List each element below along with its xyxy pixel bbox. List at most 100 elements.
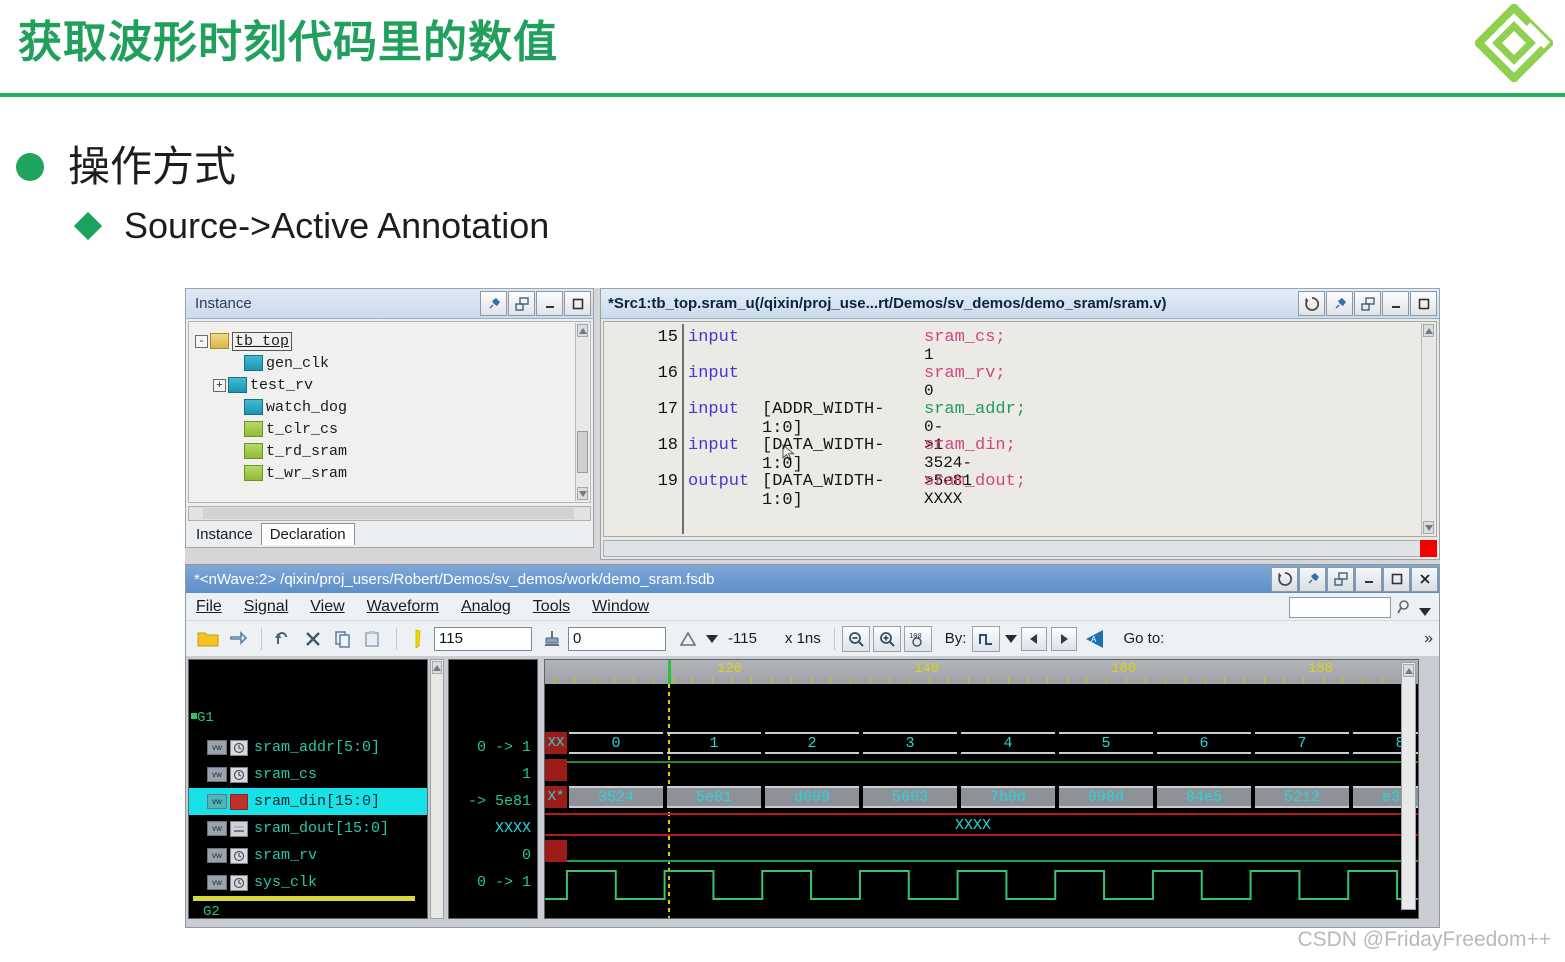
ruler-tick [987,677,989,684]
zoom-out-icon[interactable] [841,625,870,652]
line-number: 17 [657,400,678,419]
ruler-tick [731,677,733,684]
code-signal: sram_din; [924,436,1016,455]
tree-node[interactable]: watch_dog [229,396,347,418]
signal-value: XXXX [494,820,531,837]
time-input[interactable]: 115 [434,626,532,651]
scroll-up-icon[interactable] [1403,664,1414,677]
scroll-thumb[interactable] [203,508,574,519]
status-marker [1420,540,1437,557]
undo-icon[interactable] [269,626,297,652]
maximize-icon[interactable] [564,291,591,316]
tab-instance[interactable]: Instance [188,524,261,545]
signal-pane-scrollbar[interactable] [430,659,444,919]
next-edge-icon[interactable] [1051,626,1078,651]
time-ruler[interactable]: 120 140 160 180 [545,660,1418,684]
signal-row[interactable]: vw sram_cs [189,761,427,788]
waveform-canvas[interactable]: 120 140 160 180 XX 012345678 X* 3524 5e8… [544,659,1419,919]
undock-icon[interactable] [1354,291,1381,316]
ruler-tick [1303,677,1304,684]
tree-node[interactable]: t_rd_sram [229,440,347,462]
maximize-icon[interactable] [1383,566,1410,592]
menu-file[interactable]: File [196,598,222,616]
minimize-icon[interactable] [536,291,563,316]
search-icon[interactable] [1395,598,1413,621]
chevron-down-icon[interactable] [704,626,720,652]
tab-declaration[interactable]: Declaration [260,523,355,545]
signal-row-selected[interactable]: vw sram_din[15:0] [189,788,427,815]
delete-icon[interactable] [299,626,327,652]
tree-node[interactable]: t_clr_cs [229,418,347,440]
menu-view[interactable]: View [310,598,344,616]
undock-icon[interactable] [508,291,535,316]
goto-icon[interactable]: A [1081,626,1109,652]
menu-signal[interactable]: Signal [244,598,288,616]
scroll-up-icon[interactable] [577,324,588,337]
scroll-down-icon[interactable] [577,487,588,500]
scroll-down-icon[interactable] [1423,521,1434,534]
signal-type-icon: vw [207,767,227,782]
chevron-down-icon[interactable] [1419,603,1431,621]
undock-icon[interactable] [1327,566,1354,592]
tree-expander-icon[interactable]: + [213,378,226,392]
signal-type-icon: vw [207,821,227,836]
reload-icon[interactable] [224,626,252,652]
tree-node[interactable]: + test_rv [213,374,347,396]
tree-node[interactable]: - tb_top [195,330,347,352]
signal-name-pane[interactable]: G1 vw sram_addr[5:0] vw sram_cs vw sram_… [188,659,428,919]
close-icon[interactable] [1411,566,1438,592]
signal-row[interactable]: vw sram_rv [189,842,427,869]
waveform-vertical-scrollbar[interactable] [1401,662,1416,910]
copy-icon[interactable] [329,626,357,652]
code-keyword: input [688,364,740,383]
bus-segment: 3 [863,732,957,754]
source-code-view[interactable]: 15 input sram_cs; 1 16 input sram_rv; 0 [603,321,1437,537]
source-horizontal-scrollbar[interactable] [603,540,1421,557]
search-input[interactable] [1289,597,1391,618]
signal-value: -> 5e81 [467,793,531,810]
refresh-icon[interactable] [1298,291,1325,316]
signal-x-top [545,813,1418,815]
scroll-up-icon[interactable] [1423,324,1434,337]
prev-edge-icon[interactable] [1021,626,1048,651]
marker-icon[interactable] [404,626,432,652]
annotation-value: XXXX [924,490,963,508]
zoom-in-icon[interactable] [872,625,901,652]
source-vertical-scrollbar[interactable] [1421,323,1435,535]
chevron-down-icon[interactable] [1003,626,1019,652]
open-folder-icon[interactable] [194,626,222,652]
instance-vertical-scrollbar[interactable] [575,323,589,501]
tree-node[interactable]: t_wr_sram [229,462,347,484]
nwave-toolbar: 115 0 -115 x 1ns 100 By: A Go to: » [186,621,1439,657]
zoom-fit-icon[interactable]: 100 [903,625,932,652]
tree-expander-icon[interactable]: - [195,334,208,348]
pin-icon[interactable] [480,291,507,316]
tree-node[interactable]: gen_clk [229,352,347,374]
ruler-tick [830,677,832,684]
scroll-thumb[interactable] [577,431,588,473]
delta-triangle-icon[interactable] [674,626,702,652]
menu-waveform[interactable]: Waveform [367,598,439,616]
minimize-icon[interactable] [1382,291,1409,316]
instance-titlebar: Instance [186,289,593,319]
signal-row[interactable]: vw sram_dout[15:0] [189,815,427,842]
refresh-icon[interactable] [1271,566,1298,592]
clock-waveform [545,870,1418,900]
scroll-up-icon[interactable] [432,661,442,674]
instance-horizontal-scrollbar[interactable] [188,506,591,521]
minimize-icon[interactable] [1355,566,1382,592]
pin-icon[interactable] [1326,291,1353,316]
marker-input[interactable]: 0 [568,626,666,651]
menu-analog[interactable]: Analog [461,598,511,616]
marker-set-icon[interactable] [538,626,566,652]
pin-icon[interactable] [1299,566,1326,592]
signal-row[interactable]: vw sram_addr[5:0] [189,734,427,761]
ruler-label: 120 [717,661,743,677]
menu-window[interactable]: Window [592,598,649,616]
maximize-icon[interactable] [1410,291,1437,316]
toolbar-overflow-button[interactable]: » [1424,630,1433,648]
menu-tools[interactable]: Tools [533,598,570,616]
paste-icon[interactable] [359,626,387,652]
edge-type-icon[interactable] [972,625,1001,652]
signal-row[interactable]: vw sys_clk [189,869,427,896]
